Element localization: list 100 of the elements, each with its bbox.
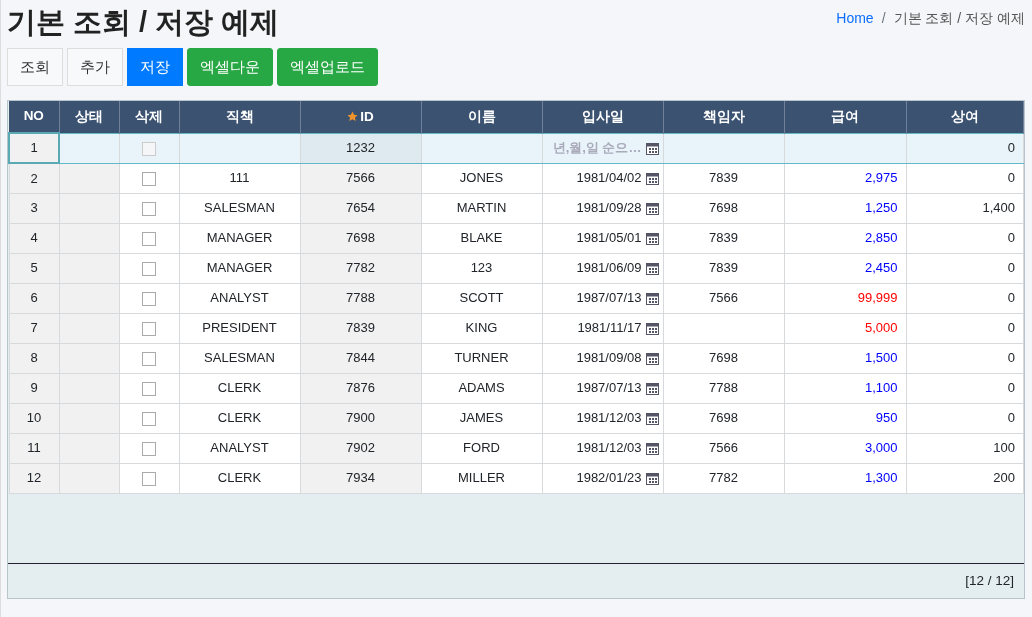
table-cell: 7782 xyxy=(300,253,421,283)
status-cell xyxy=(59,463,119,493)
delete-checkbox[interactable] xyxy=(142,321,156,336)
row-number: 3 xyxy=(9,193,59,223)
table-row[interactable]: 9 CLERK 7876 ADAMS 1987/07/13 7788 1,100 0 xyxy=(9,373,1024,403)
table-cell: 7566 xyxy=(663,283,784,313)
table-cell: 2,975 xyxy=(784,163,906,193)
table-cell: CLERK xyxy=(179,463,300,493)
page-title: 기본 조회 / 저장 예제 xyxy=(7,5,280,40)
column-header: 이름 xyxy=(421,101,542,133)
status-cell xyxy=(59,343,119,373)
table-cell: 7566 xyxy=(663,433,784,463)
table-cell: 1,500 xyxy=(784,343,906,373)
table-cell: 0 xyxy=(906,373,1024,403)
row-number: 5 xyxy=(9,253,59,283)
row-number: 4 xyxy=(9,223,59,253)
table-cell: 123 xyxy=(421,253,542,283)
column-header-label: ID xyxy=(360,108,374,124)
delete-checkbox[interactable] xyxy=(142,291,156,306)
calendar-icon[interactable] xyxy=(645,261,659,275)
table-cell: KING xyxy=(421,313,542,343)
calendar-icon[interactable] xyxy=(645,171,659,185)
table-cell: 111 xyxy=(179,163,300,193)
table-cell: TURNER xyxy=(421,343,542,373)
table-cell: SALESMAN xyxy=(179,343,300,373)
table-cell: 0 xyxy=(906,253,1024,283)
table-cell: 1,100 xyxy=(784,373,906,403)
table-row[interactable]: 11 ANALYST 7902 FORD 1981/12/03 7566 3,000 100 xyxy=(9,433,1024,463)
table-cell: 100 xyxy=(906,433,1024,463)
table-cell: MARTIN xyxy=(421,193,542,223)
table-cell: 7934 xyxy=(300,463,421,493)
table-cell: 2,850 xyxy=(784,223,906,253)
table-cell: PRESIDENT xyxy=(179,313,300,343)
table-cell: 1,250 xyxy=(784,193,906,223)
calendar-icon[interactable] xyxy=(645,291,659,305)
table-cell: BLAKE xyxy=(421,223,542,253)
table-cell: 7839 xyxy=(663,223,784,253)
record-count: [12 / 12] xyxy=(965,571,1014,590)
table-cell: 7902 xyxy=(300,433,421,463)
breadcrumb-separator: / xyxy=(881,9,886,28)
toolbar-button[interactable]: 추가 xyxy=(67,48,123,86)
delete-checkbox[interactable] xyxy=(142,411,156,426)
table-row[interactable]: 5 MANAGER 7782 123 1981/06/09 7839 2,450 0 xyxy=(9,253,1024,283)
table-cell: 0 xyxy=(906,343,1024,373)
table-row[interactable]: 1 1232 년,월,일 순으… 0 xyxy=(9,133,1024,163)
calendar-icon[interactable] xyxy=(645,351,659,365)
table-row[interactable]: 2 111 7566 JONES 1981/04/02 7839 2,975 0 xyxy=(9,163,1024,193)
delete-checkbox[interactable] xyxy=(142,471,156,486)
table-row[interactable]: 8 SALESMAN 7844 TURNER 1981/09/08 7698 1,500 0 xyxy=(9,343,1024,373)
table-row[interactable]: 7 PRESIDENT 7839 KING 1981/11/17 5,000 0 xyxy=(9,313,1024,343)
column-header: 급여 xyxy=(784,101,906,133)
table-cell: 1,300 xyxy=(784,463,906,493)
table-cell: 7654 xyxy=(300,193,421,223)
toolbar-button[interactable]: 저장 xyxy=(127,48,183,86)
toolbar-button[interactable]: 조회 xyxy=(7,48,63,86)
calendar-icon[interactable] xyxy=(645,141,659,155)
column-header: 상여 xyxy=(906,101,1024,133)
delete-checkbox[interactable] xyxy=(142,201,156,216)
row-number: 10 xyxy=(9,403,59,433)
status-cell xyxy=(59,283,119,313)
delete-checkbox[interactable] xyxy=(142,441,156,456)
row-number: 8 xyxy=(9,343,59,373)
delete-checkbox[interactable] xyxy=(142,351,156,366)
table-cell: SALESMAN xyxy=(179,193,300,223)
delete-checkbox[interactable] xyxy=(142,381,156,396)
row-number: 2 xyxy=(9,163,59,193)
table-cell: 7698 xyxy=(300,223,421,253)
table-cell: 0 xyxy=(906,283,1024,313)
calendar-icon[interactable] xyxy=(645,411,659,425)
table-cell: 200 xyxy=(906,463,1024,493)
row-number: 7 xyxy=(9,313,59,343)
table-row[interactable]: 10 CLERK 7900 JAMES 1981/12/03 7698 950 0 xyxy=(9,403,1024,433)
table-cell: FORD xyxy=(421,433,542,463)
table-cell: 7698 xyxy=(663,343,784,373)
table-cell: 3,000 xyxy=(784,433,906,463)
row-number: 1 xyxy=(9,133,59,163)
table-cell: 0 xyxy=(906,223,1024,253)
table-cell: 0 xyxy=(906,313,1024,343)
calendar-icon[interactable] xyxy=(645,381,659,395)
table-row[interactable]: 4 MANAGER 7698 BLAKE 1981/05/01 7839 2,850 0 xyxy=(9,223,1024,253)
delete-checkbox[interactable] xyxy=(142,171,156,186)
table-cell: 7698 xyxy=(663,403,784,433)
status-cell xyxy=(59,313,119,343)
breadcrumb-link[interactable]: Home xyxy=(836,8,874,29)
table-cell: ANALYST xyxy=(179,283,300,313)
delete-checkbox[interactable] xyxy=(142,261,156,276)
column-header: NO xyxy=(9,101,59,133)
delete-checkbox[interactable] xyxy=(142,231,156,246)
table-row[interactable]: 6 ANALYST 7788 SCOTT 1987/07/13 7566 99,999 0 xyxy=(9,283,1024,313)
table-row[interactable]: 12 CLERK 7934 MILLER 1982/01/23 7782 1,300 200 xyxy=(9,463,1024,493)
status-cell xyxy=(59,133,119,163)
table-cell: 950 xyxy=(784,403,906,433)
calendar-icon[interactable] xyxy=(645,321,659,335)
calendar-icon[interactable] xyxy=(645,441,659,455)
table-cell: 0 xyxy=(906,133,1024,163)
table-row[interactable]: 3 SALESMAN 7654 MARTIN 1981/09/28 7698 1,250 1,400 xyxy=(9,193,1024,223)
calendar-icon[interactable] xyxy=(645,201,659,215)
calendar-icon[interactable] xyxy=(645,471,659,485)
table-cell: MANAGER xyxy=(179,223,300,253)
calendar-icon[interactable] xyxy=(645,231,659,245)
